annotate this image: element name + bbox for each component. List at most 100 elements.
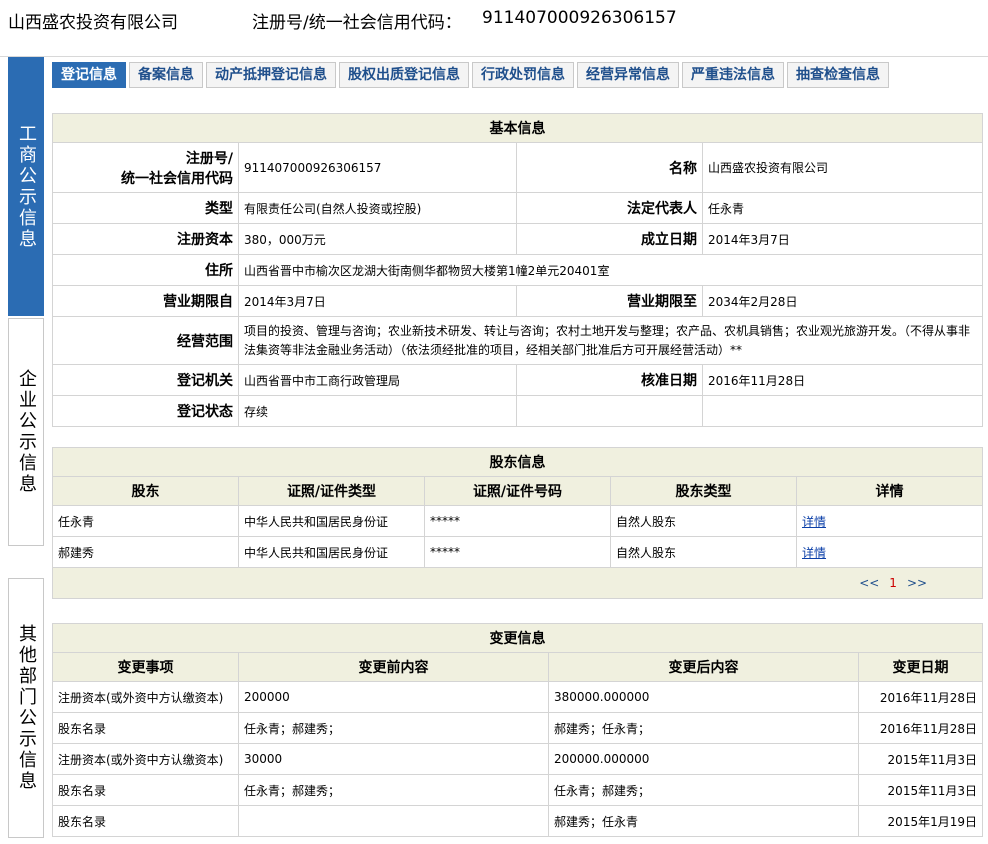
change-date: 2015年11月3日 — [858, 774, 983, 806]
id-type: 中华人民共和国居民身份证 — [238, 505, 425, 537]
column-header: 详情 — [795, 476, 984, 506]
table-row: 股东名录 任永青；郝建秀； 郝建秀；任永青； 2016年11月28日 — [52, 712, 983, 744]
authority-value: 山西省晋中市工商行政管理局 — [238, 364, 517, 396]
tab-abnormal-operation[interactable]: 经营异常信息 — [577, 62, 679, 88]
column-header: 证照/证件号码 — [424, 476, 611, 506]
after-content: 任永青；郝建秀； — [548, 774, 859, 806]
id-number: ***** — [424, 536, 611, 568]
tab-admin-penalty[interactable]: 行政处罚信息 — [472, 62, 574, 88]
page-header: 山西盛农投资有限公司 注册号/统一社会信用代码： 911407000926306… — [0, 0, 988, 38]
table-row: 郝建秀 中华人民共和国居民身份证 ***** 自然人股东 详情 — [52, 536, 984, 568]
before-content: 任永青；郝建秀； — [238, 774, 549, 806]
before-content — [238, 805, 549, 837]
before-content: 任永青；郝建秀； — [238, 712, 549, 744]
pagination: << 1 >> — [51, 567, 984, 599]
change-date: 2016年11月28日 — [858, 712, 983, 744]
type-label: 类型 — [52, 192, 239, 224]
address-label: 住所 — [52, 254, 239, 286]
table-row: 注册资本(或外资中方认缴资本) 30000 200000.000000 2015… — [52, 743, 983, 775]
tab-inspection[interactable]: 抽查检查信息 — [787, 62, 889, 88]
reg-number-value: 911407000926306157 — [482, 8, 677, 28]
column-header: 股东类型 — [610, 476, 797, 506]
term-from-value: 2014年3月7日 — [238, 285, 517, 317]
approval-date-value: 2016年11月28日 — [702, 364, 983, 396]
tab-registration[interactable]: 登记信息 — [52, 62, 126, 88]
change-item: 股东名录 — [52, 774, 239, 806]
next-page-button[interactable]: >> — [907, 576, 927, 590]
change-date: 2015年1月19日 — [858, 805, 983, 837]
address-value: 山西省晋中市榆次区龙湖大街南侧华都物贸大楼第1幢2单元20401室 — [238, 254, 983, 286]
shareholders-title: 股东信息 — [51, 447, 984, 477]
shareholder-type: 自然人股东 — [610, 505, 797, 537]
sidebar-item-label: 企业公示信息 — [16, 369, 37, 495]
sidebar-item-enterprise-disclosure[interactable]: 企业公示信息 — [8, 318, 44, 546]
header-divider — [0, 56, 988, 57]
status-label: 登记状态 — [52, 395, 239, 427]
change-item: 注册资本(或外资中方认缴资本) — [52, 681, 239, 713]
changes-title: 变更信息 — [52, 623, 983, 653]
column-header: 证照/证件类型 — [238, 476, 425, 506]
legal-rep-label: 法定代表人 — [516, 192, 703, 224]
tab-serious-violation[interactable]: 严重违法信息 — [682, 62, 784, 88]
id-number: ***** — [424, 505, 611, 537]
changes-table: 变更信息 变更事项 变更前内容 变更后内容 变更日期 注册资本(或外资中方认缴资… — [52, 623, 983, 837]
page-number[interactable]: 1 — [889, 576, 897, 590]
approval-date-label: 核准日期 — [516, 364, 703, 396]
name-value: 山西盛农投资有限公司 — [702, 142, 983, 193]
tab-chattel-mortgage[interactable]: 动产抵押登记信息 — [206, 62, 336, 88]
legal-rep-value: 任永青 — [702, 192, 983, 224]
shareholder-name: 郝建秀 — [52, 536, 239, 568]
details-cell: 详情 — [795, 505, 984, 537]
est-date-label: 成立日期 — [516, 223, 703, 255]
scope-value: 项目的投资、管理与咨询；农业新技术研发、转让与咨询；农村土地开发与整理；农产品、… — [238, 316, 983, 365]
sidebar-item-business-disclosure[interactable]: 工商公示信息 — [8, 57, 44, 316]
sidebar-item-other-dept-disclosure[interactable]: 其他部门公示信息 — [8, 578, 44, 838]
sidebar-item-label: 工商公示信息 — [16, 123, 37, 250]
change-date: 2015年11月3日 — [858, 743, 983, 775]
details-link[interactable]: 详情 — [802, 515, 826, 529]
column-header: 股东 — [52, 476, 239, 506]
before-content: 30000 — [238, 743, 549, 775]
table-row: 股东名录 郝建秀；任永青 2015年1月19日 — [52, 805, 983, 837]
tab-bar: 登记信息 备案信息 动产抵押登记信息 股权出质登记信息 行政处罚信息 经营异常信… — [52, 62, 889, 88]
column-header: 变更事项 — [52, 652, 239, 682]
details-link[interactable]: 详情 — [802, 546, 826, 560]
change-item: 注册资本(或外资中方认缴资本) — [52, 743, 239, 775]
tab-filing[interactable]: 备案信息 — [129, 62, 203, 88]
scope-label: 经营范围 — [52, 316, 239, 365]
type-value: 有限责任公司(自然人投资或控股) — [238, 192, 517, 224]
term-to-value: 2034年2月28日 — [702, 285, 983, 317]
details-cell: 详情 — [795, 536, 984, 568]
term-from-label: 营业期限自 — [52, 285, 239, 317]
change-item: 股东名录 — [52, 805, 239, 837]
tab-equity-pledge[interactable]: 股权出质登记信息 — [339, 62, 469, 88]
id-type: 中华人民共和国居民身份证 — [238, 536, 425, 568]
name-label: 名称 — [516, 142, 703, 193]
prev-page-button[interactable]: << — [859, 576, 879, 590]
after-content: 380000.000000 — [548, 681, 859, 713]
basic-info-title: 基本信息 — [52, 113, 983, 143]
after-content: 郝建秀；任永青； — [548, 712, 859, 744]
column-header: 变更前内容 — [238, 652, 549, 682]
table-row: 股东名录 任永青；郝建秀； 任永青；郝建秀； 2015年11月3日 — [52, 774, 983, 806]
table-row: 任永青 中华人民共和国居民身份证 ***** 自然人股东 详情 — [52, 505, 984, 537]
empty-cell — [516, 395, 703, 427]
before-content: 200000 — [238, 681, 549, 713]
column-header: 变更后内容 — [548, 652, 859, 682]
after-content: 郝建秀；任永青 — [548, 805, 859, 837]
reg-no-value: 911407000926306157 — [238, 142, 517, 193]
status-value: 存续 — [238, 395, 517, 427]
shareholders-table: 股东信息 股东 证照/证件类型 证照/证件号码 股东类型 详情 任永青 中华人民… — [51, 447, 984, 599]
after-content: 200000.000000 — [548, 743, 859, 775]
change-item: 股东名录 — [52, 712, 239, 744]
basic-info-table: 基本信息 注册号/统一社会信用代码 911407000926306157 名称 … — [52, 113, 983, 427]
reg-number-label: 注册号/统一社会信用代码： — [252, 13, 462, 33]
company-name: 山西盛农投资有限公司 — [8, 13, 178, 33]
est-date-value: 2014年3月7日 — [702, 223, 983, 255]
capital-value: 380，000万元 — [238, 223, 517, 255]
authority-label: 登记机关 — [52, 364, 239, 396]
shareholder-name: 任永青 — [52, 505, 239, 537]
term-to-label: 营业期限至 — [516, 285, 703, 317]
column-header: 变更日期 — [858, 652, 983, 682]
table-row: 注册资本(或外资中方认缴资本) 200000 380000.000000 201… — [52, 681, 983, 713]
